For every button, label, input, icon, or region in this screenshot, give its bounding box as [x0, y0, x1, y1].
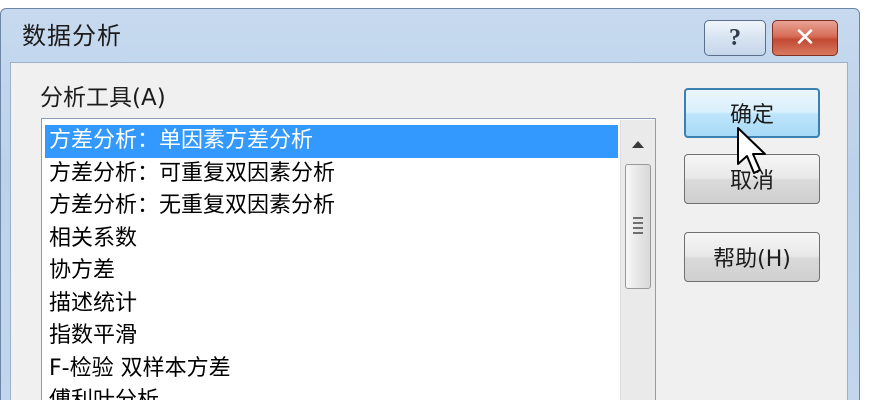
list-item[interactable]: 相关系数: [45, 223, 618, 256]
window-title: 数据分析: [22, 22, 122, 50]
list-item[interactable]: F-检验 双样本方差: [45, 353, 618, 386]
scroll-thumb[interactable]: [625, 164, 651, 289]
help-button[interactable]: 帮助(H): [684, 232, 820, 282]
scroll-up-button[interactable]: [624, 126, 652, 162]
question-mark-icon: ?: [729, 24, 741, 51]
list-scrollbar[interactable]: [620, 120, 655, 400]
list-item[interactable]: 协方差: [45, 255, 618, 288]
analysis-tools-listbox[interactable]: 方差分析：单因素方差分析 方差分析：可重复双因素分析 方差分析：无重复双因素分析 相关…: [41, 118, 656, 400]
analysis-tools-list: 方差分析：单因素方差分析 方差分析：可重复双因素分析 方差分析：无重复双因素分析 相关…: [45, 125, 618, 400]
background-strip: [860, 0, 871, 400]
grip-icon: [633, 217, 643, 237]
chevron-up-icon: [632, 140, 644, 148]
list-item[interactable]: 傅利叶分析: [45, 385, 618, 400]
data-analysis-dialog: 数据分析 ? ✕ 分析工具(A) 方差分析：单因素方差分析 方差分析：可重复双因素…: [0, 0, 871, 400]
caption-close-button[interactable]: ✕: [772, 20, 838, 56]
list-item[interactable]: 方差分析：单因素方差分析: [45, 125, 618, 158]
list-item[interactable]: 方差分析：可重复双因素分析: [45, 158, 618, 191]
analysis-tools-label: 分析工具(A): [40, 85, 166, 111]
close-icon: ✕: [794, 23, 816, 53]
caption-help-button[interactable]: ?: [704, 20, 766, 56]
list-item[interactable]: 指数平滑: [45, 320, 618, 353]
mouse-pointer-icon: [737, 127, 766, 174]
list-item[interactable]: 描述统计: [45, 288, 618, 321]
list-item[interactable]: 方差分析：无重复双因素分析: [45, 190, 618, 223]
